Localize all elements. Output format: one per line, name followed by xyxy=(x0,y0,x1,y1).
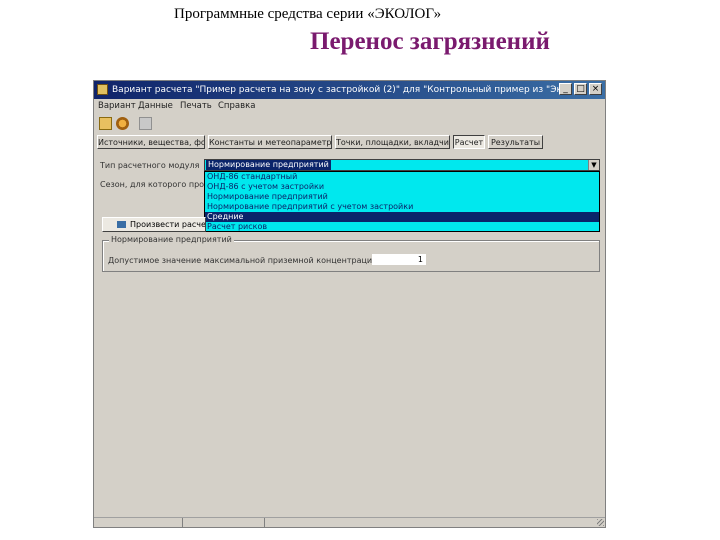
dropdown-option[interactable]: Нормирование предприятий с учетом застро… xyxy=(205,202,599,212)
group-legend: Нормирование предприятий xyxy=(109,235,234,244)
maximize-button[interactable]: □ xyxy=(574,83,587,95)
chevron-down-icon[interactable]: ▼ xyxy=(588,160,599,170)
tab-calculation[interactable]: Расчет xyxy=(453,135,485,149)
status-separator xyxy=(264,518,265,527)
module-type-label: Тип расчетного модуля xyxy=(100,161,200,170)
status-separator xyxy=(182,518,183,527)
tab-results[interactable]: Результаты xyxy=(488,135,543,149)
module-type-select[interactable]: Нормирование предприятий ▼ xyxy=(204,159,600,171)
menu-item-print[interactable]: Печать xyxy=(180,101,212,111)
close-button[interactable]: × xyxy=(589,83,602,95)
max-concentration-input[interactable]: 1 xyxy=(372,254,426,265)
open-folder-icon[interactable] xyxy=(99,117,112,130)
run-calculation-label: Произвести расчет xyxy=(130,220,206,229)
calculate-icon[interactable] xyxy=(116,117,129,130)
menu-item-data[interactable]: Данные xyxy=(138,101,173,111)
dropdown-option[interactable]: ОНД-86 стандартный xyxy=(205,172,599,182)
window-title: Вариант расчета "Пример расчета на зону … xyxy=(112,85,562,95)
app-window: Вариант расчета "Пример расчета на зону … xyxy=(93,80,606,528)
menu-bar: Вариант Данные Печать Справка xyxy=(94,99,605,115)
tab-points[interactable]: Точки, площадки, вкладчики xyxy=(335,135,450,149)
menu-item-help[interactable]: Справка xyxy=(218,101,255,111)
dropdown-option-selected[interactable]: Средние xyxy=(205,212,599,222)
resize-grip-icon[interactable] xyxy=(597,519,604,526)
season-label: Сезон, для которого произ xyxy=(100,180,214,189)
slide-header: Программные средства серии «ЭКОЛОГ» xyxy=(174,6,442,22)
toolbar xyxy=(94,115,605,133)
dropdown-option[interactable]: Расчет рисков xyxy=(205,222,599,232)
status-bar xyxy=(94,517,605,527)
app-icon xyxy=(97,84,108,95)
calculator-icon xyxy=(117,221,126,228)
max-concentration-label: Допустимое значение максимальной приземн… xyxy=(108,256,378,265)
dropdown-option[interactable]: Нормирование предприятий xyxy=(205,192,599,202)
tab-constants[interactable]: Константы и метеопараметры xyxy=(208,135,332,149)
settings-icon[interactable] xyxy=(139,117,152,130)
dropdown-option[interactable]: ОНД-86 с учетом застройки xyxy=(205,182,599,192)
tab-sources[interactable]: Источники, вещества, фо xyxy=(97,135,205,149)
menu-item-variant[interactable]: Вариант xyxy=(98,101,136,111)
slide-title: Перенос загрязнений xyxy=(310,28,550,55)
run-calculation-button[interactable]: Произвести расчет xyxy=(102,217,206,232)
module-type-dropdown: ОНД-86 стандартный ОНД-86 с учетом застр… xyxy=(204,171,600,232)
window-titlebar[interactable]: Вариант расчета "Пример расчета на зону … xyxy=(94,81,605,99)
tab-bar: Источники, вещества, фо Константы и мете… xyxy=(94,135,605,151)
module-type-value: Нормирование предприятий xyxy=(206,160,331,170)
minimize-button[interactable]: _ xyxy=(559,83,572,95)
